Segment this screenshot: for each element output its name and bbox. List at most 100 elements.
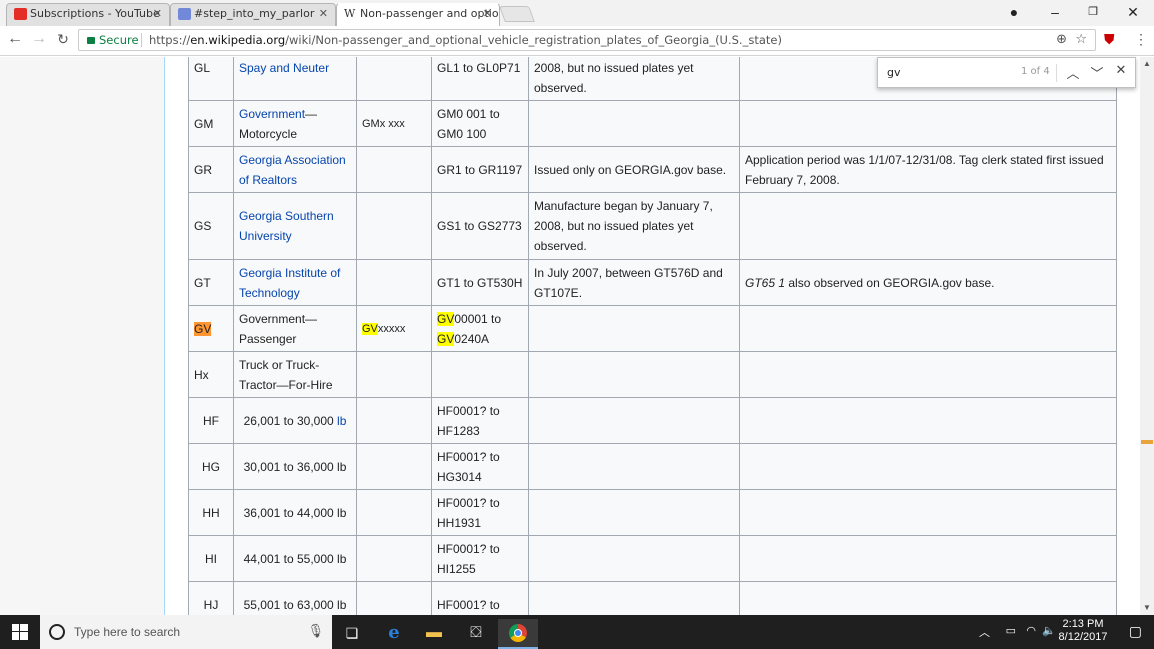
type-link[interactable]: Spay and Neuter [239,61,329,75]
remarks-text: also observed on GEORGIA.gov base. [785,275,995,290]
remarks-cell [739,192,1117,260]
format-cell [356,397,432,444]
menu-icon[interactable]: ⋮ [1134,31,1148,48]
name-cell: Georgia Institute of Technology [233,259,357,306]
url-host: en.wikipedia.org [190,33,286,47]
omnibox-icons: ⊕ ☆ [1056,30,1087,50]
file-explorer-icon[interactable]: ▬ [414,619,454,649]
weight-range: 30,001 to 36,000 [243,459,338,474]
unit-label: lb [337,459,347,474]
tab-discord[interactable]: #step_into_my_parlor ✕ [172,3,334,26]
tab-title: Subscriptions - YouTube [30,7,160,20]
remarks-cell [739,489,1117,536]
taskbar-search-box[interactable]: Type here to search 🎙 [40,615,332,649]
profile-icon[interactable]: ● [997,0,1031,24]
format-cell [356,581,432,615]
tab-title: #step_into_my_parlor [194,7,315,20]
minimize-button[interactable]: – [1038,0,1072,24]
format-cell [356,535,432,582]
serial-text: HF0001? to HH1931 [437,495,500,530]
serial-text: GR1 to GR1197 [437,162,523,177]
find-close-icon[interactable]: ✕ [1112,63,1130,78]
table-row: GS Georgia Southern University GS1 to GS27… [188,192,1117,260]
find-previous-icon[interactable]: ︿ [1064,63,1082,82]
vertical-scrollbar[interactable]: ▲ ▼ [1140,57,1154,615]
cortana-icon [49,624,65,640]
remarks-cell [739,351,1117,398]
tray-expand-icon[interactable]: ︿ [979,624,990,640]
pound-link[interactable]: lb [337,414,346,428]
tab-wikipedia[interactable]: W Non-passenger and optio ✕ [338,3,498,26]
find-highlight: GV [437,311,455,326]
clock[interactable]: 2:13 PM 8/12/2017 [1058,618,1108,644]
serial-text: GT1 to GT530H [437,275,523,290]
notes-text: In July 2007, between GT576D and GT107E. [534,265,723,300]
table-row: Hx Truck or Truck-Tractor—For-Hire [188,351,1117,398]
remarks-cell [739,305,1117,352]
battery-icon[interactable]: ▭ [1006,624,1016,637]
plate-code: Hx [194,367,209,382]
chrome-icon[interactable] [498,619,538,649]
bookmark-star-icon[interactable]: ☆ [1075,32,1087,47]
volume-icon[interactable]: 🔈 [1042,624,1056,637]
type-link[interactable]: Georgia Association of Realtors [239,153,346,187]
scroll-up-icon[interactable]: ▲ [1140,59,1154,68]
serial-text: HF0001? to HF1283 [437,403,500,438]
serial-cell: GL1 to GL0P71 [431,57,529,101]
format-cell: GMx xxx [356,100,432,147]
close-window-button[interactable]: ✕ [1116,0,1150,24]
find-highlight: GV [362,322,378,335]
url-text[interactable]: https://en.wikipedia.org/wiki/Non-passen… [149,30,782,50]
zoom-icon[interactable]: ⊕ [1056,32,1067,47]
microphone-icon[interactable]: 🎙 [307,623,324,639]
format-text: GMx xxx [362,117,405,130]
secure-indicator[interactable]: Secure [87,30,139,50]
remarks-cell: Application period was 1/1/07-12/31/08. … [739,146,1117,193]
ublock-icon[interactable]: ⛊ [1104,31,1115,48]
forward-arrow-icon[interactable]: → [28,30,50,48]
reload-icon[interactable]: ↻ [52,31,74,48]
close-tab-icon[interactable]: ✕ [153,3,162,25]
type-link[interactable]: Government [239,107,305,121]
code-cell: HG [188,443,234,490]
weight-range: 55,001 to 63,000 [243,597,338,612]
task-view-icon[interactable]: ❏ [332,619,372,649]
clock-time: 2:13 PM [1062,618,1104,630]
action-center-icon[interactable]: ▢ [1129,623,1142,640]
restore-button[interactable]: ❐ [1076,0,1110,24]
code-cell: HF [188,397,234,444]
find-next-icon[interactable]: ﹀ [1088,63,1106,82]
close-tab-icon[interactable]: ✕ [319,3,328,25]
scroll-down-icon[interactable]: ▼ [1140,603,1154,612]
type-link[interactable]: Georgia Southern University [239,209,334,243]
code-cell: HI [188,535,234,582]
remarks-italic: GT65 1 [745,275,786,290]
remarks-text: Application period was 1/1/07-12/31/08. … [745,152,1104,187]
format-cell [356,259,432,306]
code-cell: GT [188,259,234,306]
plate-code: GM [194,116,214,131]
type-link[interactable]: Georgia Institute of Technology [239,266,340,300]
find-input[interactable]: gv [887,66,901,79]
windows-start-icon[interactable] [0,617,40,647]
tab-youtube[interactable]: Subscriptions - YouTube ✕ [8,3,168,26]
name-cell: 36,001 to 44,000 lb [233,489,357,536]
name-cell: 26,001 to 30,000 lb [233,397,357,444]
plate-code: GL [194,61,211,75]
edge-icon[interactable]: e [374,619,414,649]
back-arrow-icon[interactable]: ← [4,30,26,48]
omnibox[interactable]: Secure https://en.wikipedia.org/wiki/Non… [78,29,1096,51]
close-tab-icon[interactable]: ✕ [483,3,492,25]
plate-code: GV [194,321,212,336]
code-cell: GL [188,57,234,101]
store-icon[interactable]: ⛋ [456,619,496,649]
url-prefix: https:// [149,33,191,47]
new-tab-button[interactable] [499,6,535,22]
wifi-icon[interactable]: ◠ [1026,624,1036,637]
serial-cell: GV00001 to GV0240A [431,305,529,352]
notes-cell [528,535,740,582]
serial-cell: HF0001? to HF1283 [431,397,529,444]
type-text: Truck or Truck-Tractor—For-Hire [239,357,333,392]
remarks-cell [739,397,1117,444]
table-row: GT Georgia Institute of Technology GT1 to … [188,259,1117,306]
